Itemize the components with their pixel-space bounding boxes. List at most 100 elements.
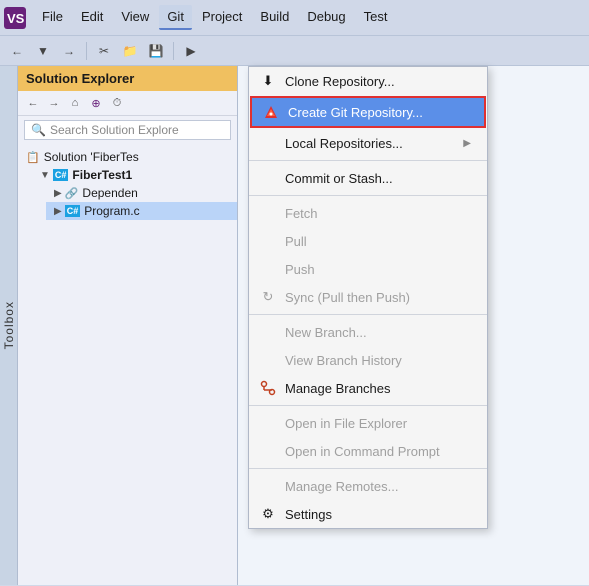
menu-project[interactable]: Project xyxy=(194,5,250,30)
tree-project-label: FiberTest1 xyxy=(72,168,132,182)
menu-create-git-repository[interactable]: Create Git Repository... xyxy=(250,96,486,128)
menu-items: File Edit View Git Project Build Debug T… xyxy=(34,5,395,30)
right-content-area: ⬇ Clone Repository... Create Git Reposit… xyxy=(238,66,589,585)
sep2 xyxy=(249,195,487,196)
se-home-btn[interactable]: ⌂ xyxy=(66,94,84,112)
manage-remotes-icon xyxy=(259,477,277,495)
folder-button[interactable]: 📁 xyxy=(119,40,141,62)
manage-branches-label: Manage Branches xyxy=(285,381,471,396)
tree-solution[interactable]: 📋 Solution 'FiberTes xyxy=(18,148,237,166)
menu-manage-branches[interactable]: Manage Branches xyxy=(249,374,487,402)
manage-branches-icon xyxy=(259,379,277,397)
file-explorer-icon xyxy=(259,414,277,432)
tree-program[interactable]: ▶ C# Program.c xyxy=(46,202,237,220)
pull-label: Pull xyxy=(285,234,471,249)
save-button[interactable]: 💾 xyxy=(145,40,167,62)
file-explorer-label: Open in File Explorer xyxy=(285,416,471,431)
clone-label: Clone Repository... xyxy=(285,74,471,89)
cmd-prompt-icon xyxy=(259,442,277,460)
se-tree: 📋 Solution 'FiberTes ▼ C# FiberTest1 ▶ 🔗… xyxy=(18,144,237,585)
menu-clone-repository[interactable]: ⬇ Clone Repository... xyxy=(249,67,487,95)
menu-open-file-explorer[interactable]: Open in File Explorer xyxy=(249,409,487,437)
tree-project[interactable]: ▼ C# FiberTest1 xyxy=(32,166,237,184)
prog-icon: C# xyxy=(65,205,81,217)
back-button[interactable]: ← xyxy=(6,40,28,62)
se-toolbar: ← → ⌂ ⊕ ⏱ xyxy=(18,91,237,116)
menu-commit-or-stash[interactable]: Commit or Stash... xyxy=(249,164,487,192)
menu-build[interactable]: Build xyxy=(252,5,297,30)
settings-label: Settings xyxy=(285,507,471,522)
toolbox-label: Toolbox xyxy=(2,301,16,349)
cmd-prompt-label: Open in Command Prompt xyxy=(285,444,471,459)
toolbar-sep2 xyxy=(173,42,174,60)
tree-prog-label: Program.c xyxy=(84,204,139,218)
menu-git[interactable]: Git xyxy=(159,5,192,30)
sep1 xyxy=(249,160,487,161)
project-icon: C# xyxy=(53,169,69,181)
push-label: Push xyxy=(285,262,471,277)
tree-dependencies[interactable]: ▶ 🔗 Dependen xyxy=(46,184,237,202)
toolbox-panel[interactable]: Toolbox xyxy=(0,66,18,585)
menu-manage-remotes[interactable]: Manage Remotes... xyxy=(249,472,487,500)
se-search-text: Search Solution Explore xyxy=(50,123,179,137)
se-forward-btn[interactable]: → xyxy=(45,94,63,112)
fetch-label: Fetch xyxy=(285,206,471,221)
new-branch-icon xyxy=(259,323,277,341)
dropdown-back[interactable]: ▼ xyxy=(32,40,54,62)
menu-view-branch-history[interactable]: View Branch History xyxy=(249,346,487,374)
menu-new-branch[interactable]: New Branch... xyxy=(249,318,487,346)
new-branch-label: New Branch... xyxy=(285,325,471,340)
menu-sync[interactable]: ↻ Sync (Pull then Push) xyxy=(249,283,487,311)
sync-label: Sync (Pull then Push) xyxy=(285,290,471,305)
sep3 xyxy=(249,314,487,315)
tree-dep-label: Dependen xyxy=(82,186,137,200)
tree-solution-label: Solution 'FiberTes xyxy=(44,150,139,164)
se-clock-btn[interactable]: ⏱ xyxy=(108,94,126,112)
local-repo-arrow: ▶ xyxy=(463,138,471,149)
dep-arrow: ▶ xyxy=(54,188,62,199)
cut-button[interactable]: ✂ xyxy=(93,40,115,62)
menu-push[interactable]: Push xyxy=(249,255,487,283)
local-repo-label: Local Repositories... xyxy=(285,136,455,151)
push-icon xyxy=(259,260,277,278)
solution-explorer: Solution Explorer ← → ⌂ ⊕ ⏱ 🔍 Search Sol… xyxy=(18,66,238,585)
clone-icon: ⬇ xyxy=(259,72,277,90)
sep4 xyxy=(249,405,487,406)
main-area: Toolbox Solution Explorer ← → ⌂ ⊕ ⏱ 🔍 Se… xyxy=(0,66,589,585)
se-search-box[interactable]: 🔍 Search Solution Explore xyxy=(24,120,231,140)
menu-file[interactable]: File xyxy=(34,5,71,30)
toolbar-sep1 xyxy=(86,42,87,60)
menu-settings[interactable]: ⚙ Settings xyxy=(249,500,487,528)
prog-arrow: ▶ xyxy=(54,206,62,217)
svg-text:VS: VS xyxy=(7,11,25,26)
git-dropdown-menu: ⬇ Clone Repository... Create Git Reposit… xyxy=(248,66,488,529)
toolbar-extra[interactable]: ▶ xyxy=(180,40,202,62)
local-repo-icon xyxy=(259,134,277,152)
forward-button[interactable]: → xyxy=(58,40,80,62)
vs-logo-icon: VS xyxy=(4,7,26,29)
commit-label: Commit or Stash... xyxy=(285,171,471,186)
toolbar: ← ▼ → ✂ 📁 💾 ▶ xyxy=(0,36,589,66)
menu-debug[interactable]: Debug xyxy=(299,5,353,30)
solution-icon: 📋 xyxy=(26,151,40,164)
menu-pull[interactable]: Pull xyxy=(249,227,487,255)
dep-icon: 🔗 xyxy=(65,187,79,200)
create-git-label: Create Git Repository... xyxy=(288,105,468,120)
se-vs-btn[interactable]: ⊕ xyxy=(87,94,105,112)
menu-edit[interactable]: Edit xyxy=(73,5,111,30)
settings-icon: ⚙ xyxy=(259,505,277,523)
sep5 xyxy=(249,468,487,469)
commit-icon xyxy=(259,169,277,187)
fetch-icon xyxy=(259,204,277,222)
menu-local-repositories[interactable]: Local Repositories... ▶ xyxy=(249,129,487,157)
create-git-icon xyxy=(262,103,280,121)
menu-view[interactable]: View xyxy=(113,5,157,30)
se-back-btn[interactable]: ← xyxy=(24,94,42,112)
sync-icon: ↻ xyxy=(259,288,277,306)
view-history-icon xyxy=(259,351,277,369)
menu-open-cmd-prompt[interactable]: Open in Command Prompt xyxy=(249,437,487,465)
menu-test[interactable]: Test xyxy=(356,5,396,30)
menu-bar: VS File Edit View Git Project Build Debu… xyxy=(0,0,589,36)
menu-fetch[interactable]: Fetch xyxy=(249,199,487,227)
pull-icon xyxy=(259,232,277,250)
